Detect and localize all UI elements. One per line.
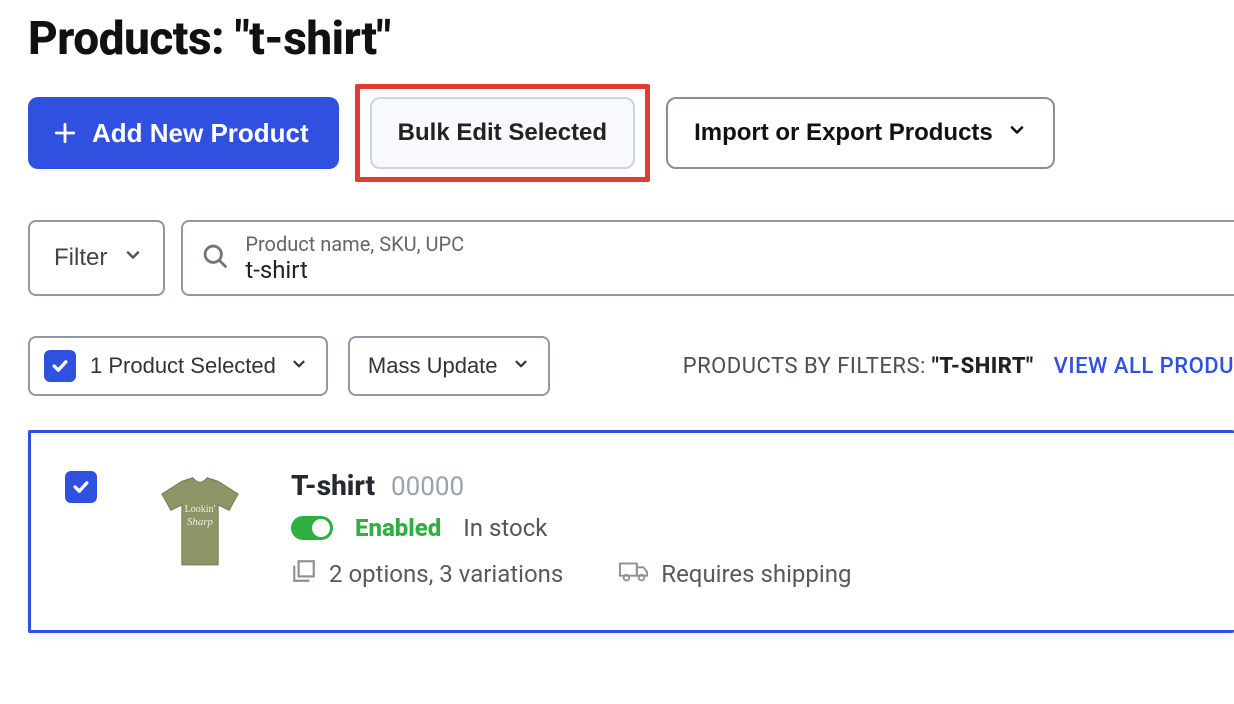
filter-button-label: Filter [54, 244, 107, 272]
selection-row: 1 Product Selected Mass Update PRODUCTS … [28, 336, 1234, 396]
selected-products-button[interactable]: 1 Product Selected [28, 336, 328, 396]
enabled-toggle[interactable] [291, 516, 333, 540]
layers-icon [291, 558, 317, 590]
filter-summary-term: "T-SHIRT" [932, 354, 1034, 379]
product-row[interactable]: Lookin' Sharp T-shirt 00000 Enabled In s… [28, 430, 1234, 633]
chevron-down-icon [512, 353, 530, 379]
search-texts: Product name, SKU, UPC [245, 233, 556, 284]
tshirt-icon: Lookin' Sharp [153, 474, 247, 574]
product-thumbnail: Lookin' Sharp [145, 469, 255, 579]
product-shipping-label: Requires shipping [661, 560, 851, 588]
chevron-down-icon [123, 244, 143, 272]
import-export-button[interactable]: Import or Export Products [666, 97, 1055, 169]
page-title: Products: "t-shirt" [28, 12, 1234, 66]
plus-icon [52, 120, 78, 146]
selected-products-label: 1 Product Selected [90, 353, 276, 379]
filter-button[interactable]: Filter [28, 220, 165, 296]
select-all-checkbox[interactable] [44, 350, 76, 382]
import-export-label: Import or Export Products [694, 119, 993, 147]
truck-icon [619, 558, 649, 590]
page-title-query: "t-shirt" [235, 12, 391, 66]
page-title-prefix: Products: [28, 12, 235, 66]
toolbar: Add New Product Bulk Edit Selected Impor… [28, 84, 1234, 182]
chevron-down-icon [290, 353, 308, 379]
bulk-edit-selected-button[interactable]: Bulk Edit Selected [370, 97, 635, 169]
svg-text:Lookin': Lookin' [185, 504, 216, 515]
product-name[interactable]: T-shirt [291, 469, 375, 502]
search-icon [201, 242, 229, 274]
product-options: 2 options, 3 variations [291, 558, 563, 590]
enabled-label: Enabled [355, 514, 441, 542]
search-field-label: Product name, SKU, UPC [245, 233, 556, 256]
filter-row: Filter Product name, SKU, UPC [28, 220, 1234, 296]
product-checkbox[interactable] [65, 471, 97, 503]
add-new-product-label: Add New Product [92, 118, 309, 149]
product-sku: 00000 [391, 472, 464, 502]
svg-text:Sharp: Sharp [187, 516, 214, 528]
product-shipping: Requires shipping [619, 558, 851, 590]
search-box[interactable]: Product name, SKU, UPC [181, 220, 1234, 296]
add-new-product-button[interactable]: Add New Product [28, 97, 339, 169]
product-options-label: 2 options, 3 variations [329, 560, 563, 588]
product-info: T-shirt 00000 Enabled In stock 2 options… [291, 469, 851, 590]
mass-update-label: Mass Update [368, 353, 498, 379]
bulk-edit-highlight: Bulk Edit Selected [355, 84, 650, 182]
chevron-down-icon [1007, 119, 1027, 147]
stock-status: In stock [463, 514, 547, 542]
bulk-edit-label: Bulk Edit Selected [398, 119, 607, 147]
view-all-products-link[interactable]: VIEW ALL PRODU [1054, 354, 1234, 379]
filter-summary-label: PRODUCTS BY FILTERS: [683, 354, 926, 379]
mass-update-button[interactable]: Mass Update [348, 336, 550, 396]
filter-summary: PRODUCTS BY FILTERS: "T-SHIRT" [683, 354, 1034, 379]
search-input[interactable] [245, 256, 556, 284]
